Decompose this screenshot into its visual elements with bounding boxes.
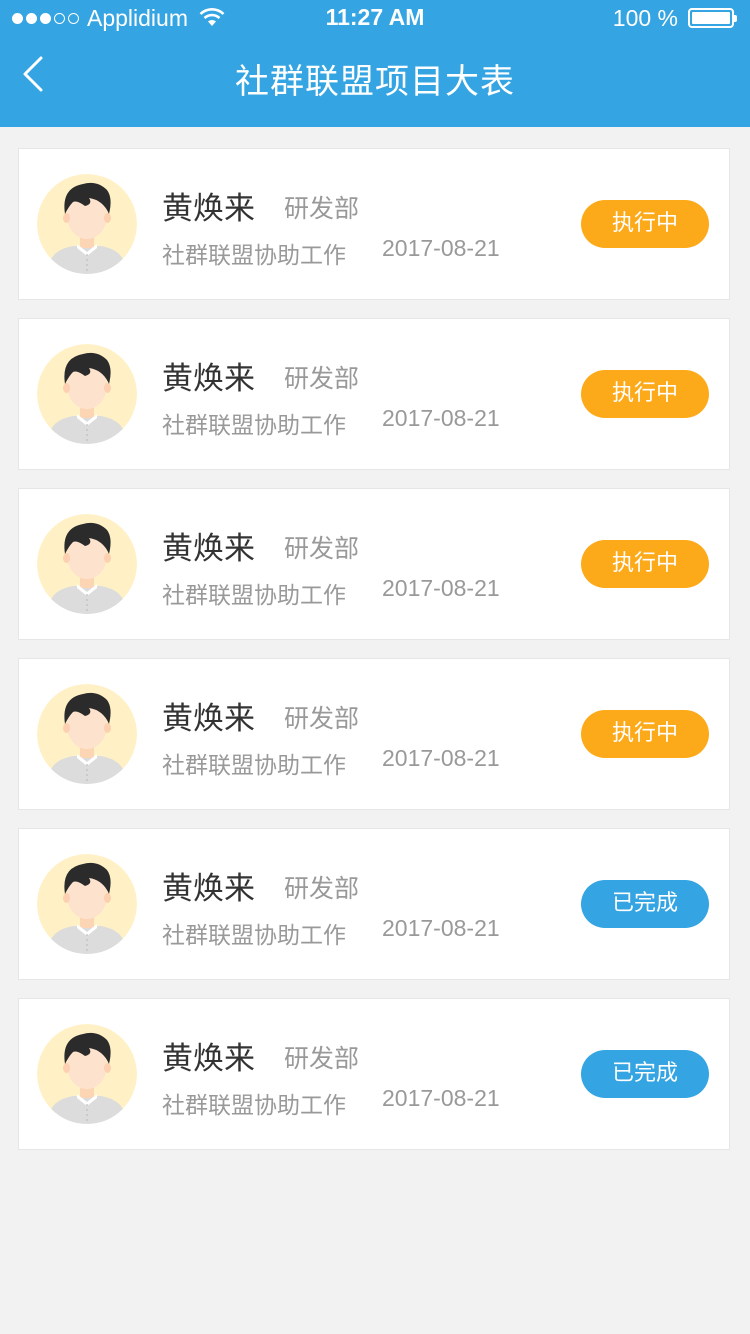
person-name: 黄焕来	[162, 871, 255, 907]
department: 研发部	[284, 704, 360, 733]
person-name: 黄焕来	[162, 531, 255, 567]
project-date: 2017-08-21	[382, 235, 500, 261]
person-name: 黄焕来	[162, 191, 255, 227]
department: 研发部	[284, 534, 360, 563]
project-date: 2017-08-21	[382, 1085, 500, 1111]
avatar-icon	[37, 684, 137, 784]
status-badge[interactable]: 已完成	[581, 1050, 709, 1098]
project-date: 2017-08-21	[382, 745, 500, 771]
avatar	[37, 344, 137, 444]
status-bar: Applidium 11:27 AM 100 %	[0, 0, 750, 36]
project-description: 社群联盟协助工作	[162, 753, 346, 779]
project-description: 社群联盟协助工作	[162, 1093, 346, 1119]
person-name: 黄焕来	[162, 701, 255, 737]
department: 研发部	[284, 194, 360, 223]
status-badge[interactable]: 已完成	[581, 880, 709, 928]
status-badge[interactable]: 执行中	[581, 200, 709, 248]
project-card[interactable]: 黄焕来 研发部 社群联盟协助工作 2017-08-21 执行中	[18, 658, 730, 810]
status-badge[interactable]: 执行中	[581, 370, 709, 418]
project-description: 社群联盟协助工作	[162, 413, 346, 439]
battery-icon	[688, 8, 737, 28]
avatar-icon	[37, 514, 137, 614]
avatar	[37, 854, 137, 954]
avatar-icon	[37, 174, 137, 274]
project-description: 社群联盟协助工作	[162, 583, 346, 609]
battery-percent: 100 %	[612, 4, 678, 31]
header: Applidium 11:27 AM 100 % 社群联盟项目大表	[0, 0, 750, 127]
nav-bar: 社群联盟项目大表	[0, 36, 750, 127]
avatar	[37, 684, 137, 784]
person-name: 黄焕来	[162, 1041, 255, 1077]
department: 研发部	[284, 874, 360, 903]
project-date: 2017-08-21	[382, 575, 500, 601]
project-card[interactable]: 黄焕来 研发部 社群联盟协助工作 2017-08-21 执行中	[18, 488, 730, 640]
department: 研发部	[284, 1044, 360, 1073]
avatar-icon	[37, 344, 137, 444]
avatar	[37, 174, 137, 274]
person-name: 黄焕来	[162, 361, 255, 397]
project-date: 2017-08-21	[382, 915, 500, 941]
project-list: 黄焕来 研发部 社群联盟协助工作 2017-08-21 执行中 黄焕来 研发部 …	[18, 148, 730, 1168]
avatar	[37, 514, 137, 614]
project-card[interactable]: 黄焕来 研发部 社群联盟协助工作 2017-08-21 已完成	[18, 828, 730, 980]
project-card[interactable]: 黄焕来 研发部 社群联盟协助工作 2017-08-21 执行中	[18, 318, 730, 470]
avatar-icon	[37, 854, 137, 954]
status-right: 100 %	[612, 4, 737, 32]
avatar-icon	[37, 1024, 137, 1124]
project-description: 社群联盟协助工作	[162, 243, 346, 269]
page-title: 社群联盟项目大表	[235, 62, 515, 102]
status-badge[interactable]: 执行中	[581, 540, 709, 588]
status-badge[interactable]: 执行中	[581, 710, 709, 758]
avatar	[37, 1024, 137, 1124]
project-card[interactable]: 黄焕来 研发部 社群联盟协助工作 2017-08-21 已完成	[18, 998, 730, 1150]
project-description: 社群联盟协助工作	[162, 923, 346, 949]
project-card[interactable]: 黄焕来 研发部 社群联盟协助工作 2017-08-21 执行中	[18, 148, 730, 300]
department: 研发部	[284, 364, 360, 393]
project-date: 2017-08-21	[382, 405, 500, 431]
